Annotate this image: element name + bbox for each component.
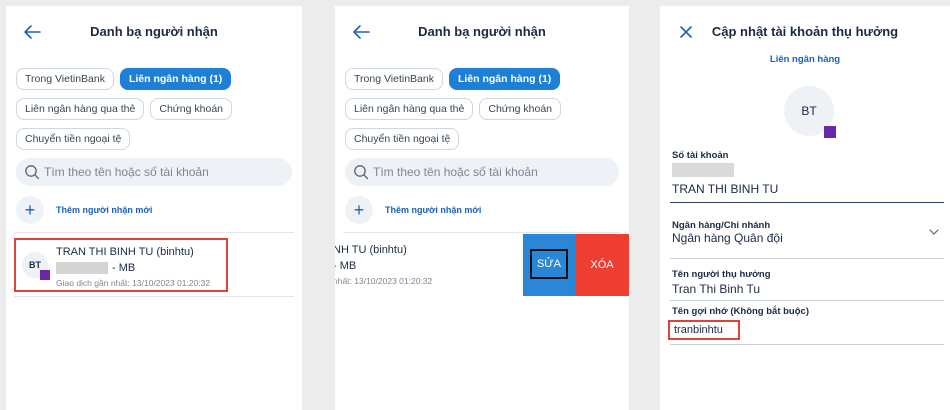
contact-name: TRAN THI BINH TU (binhtu) [56,246,194,258]
chevron-down-icon [929,229,939,235]
edit-beneficiary-screen: Cập nhật tài khoản thụ hưởng Liên ngân h… [660,6,950,410]
bank-badge-icon [824,126,836,138]
page-title: Danh bạ người nhận [90,24,218,39]
add-recipient-button[interactable]: + Thêm người nhận mới [16,196,292,226]
tab-securities[interactable]: Chứng khoán [150,98,233,120]
edit-button[interactable]: SỬA [523,234,575,296]
search-input[interactable]: Tìm theo tên hoặc số tài khoản [345,158,619,186]
contact-item[interactable]: BT TRAN THI BINH TU (binhtu) - MB Giao d… [14,238,228,292]
delete-button[interactable]: XÓA [575,234,629,296]
contact-name: NH TU (binhtu) [335,244,407,256]
avatar-initials: BT [801,104,817,118]
beneficiary-name-label: Tên người thụ hưởng [672,269,771,280]
header: Danh bạ người nhận [335,20,629,44]
last-transaction: nhất: 13/10/2023 01:20:32 [335,276,433,286]
page-title: Danh bạ người nhận [418,24,546,39]
last-transaction: Giao dịch gần nhất: 13/10/2023 01:20:32 [56,278,211,288]
category-tabs: Trong VietinBank Liên ngân hàng (1) Liên… [345,68,621,158]
add-recipient-button[interactable]: + Thêm người nhận mới [345,196,619,226]
tab-vietinbank[interactable]: Trong VietinBank [16,68,114,90]
recipient-list-swiped-screen: Danh bạ người nhận Trong VietinBank Liên… [335,6,629,410]
tab-interbank-card[interactable]: Liên ngân hàng qua thẻ [16,98,145,120]
search-placeholder: Tìm theo tên hoặc số tài khoản [373,165,538,179]
divider [670,202,944,203]
contact-item-swiped[interactable]: NH TU (binhtu) - MB nhất: 13/10/2023 01:… [335,234,629,296]
search-icon [354,165,369,180]
edit-button-label: SỬA [530,249,568,279]
page-title: Cập nhật tài khoản thụ hưởng [711,24,899,39]
beneficiary-name-value: Tran Thi Binh Tu [672,282,761,296]
bank-badge-icon [40,270,50,280]
header: Danh bạ người nhận [6,20,302,44]
account-holder: TRAN THI BINH TU [672,182,779,196]
plus-icon: + [16,196,44,224]
tab-vietinbank[interactable]: Trong VietinBank [345,68,443,90]
contact-info: NH TU (binhtu) - MB nhất: 13/10/2023 01:… [335,234,523,296]
search-placeholder: Tìm theo tên hoặc số tài khoản [44,165,209,179]
contact-bank: - MB [335,260,357,272]
divider [14,232,294,233]
contact-account: - MB [56,262,136,275]
search-input[interactable]: Tìm theo tên hoặc số tài khoản [16,158,292,186]
tab-interbank[interactable]: Liên ngân hàng (1) [448,68,561,90]
divider [670,258,944,259]
contact-bank: - MB [112,262,136,274]
tab-securities[interactable]: Chứng khoán [479,98,562,120]
avatar-initials: BT [29,260,41,270]
search-icon [25,165,40,180]
add-recipient-label: Thêm người nhận mới [385,205,482,215]
divider [14,296,294,297]
masked-account-number [672,163,734,177]
add-recipient-label: Thêm người nhận mới [56,205,153,215]
recipient-list-screen: Danh bạ người nhận Trong VietinBank Liên… [6,6,302,410]
nickname-input[interactable]: tranbinhtu [668,320,740,340]
masked-account [56,262,108,275]
tab-interbank[interactable]: Liên ngân hàng (1) [119,68,232,90]
transfer-type: Liên ngân hàng [769,54,841,65]
header: Cập nhật tài khoản thụ hưởng [660,20,950,44]
account-number-label: Số tài khoản [672,150,729,161]
category-tabs: Trong VietinBank Liên ngân hàng (1) Liên… [16,68,294,158]
avatar: BT [784,86,836,138]
bank-branch-label: Ngân hàng/Chi nhánh [672,220,771,231]
avatar: BT [22,252,50,280]
tab-foreign-currency[interactable]: Chuyển tiền ngoại tệ [345,128,460,150]
tab-foreign-currency[interactable]: Chuyển tiền ngoại tệ [16,128,131,150]
divider [670,300,944,301]
divider [670,344,944,345]
nickname-label: Tên gợi nhớ (Không bắt buộc) [672,306,809,317]
plus-icon: + [345,196,373,224]
bank-branch-value: Ngân hàng Quân đội [672,231,783,245]
divider [343,232,621,233]
tab-interbank-card[interactable]: Liên ngân hàng qua thẻ [345,98,474,120]
